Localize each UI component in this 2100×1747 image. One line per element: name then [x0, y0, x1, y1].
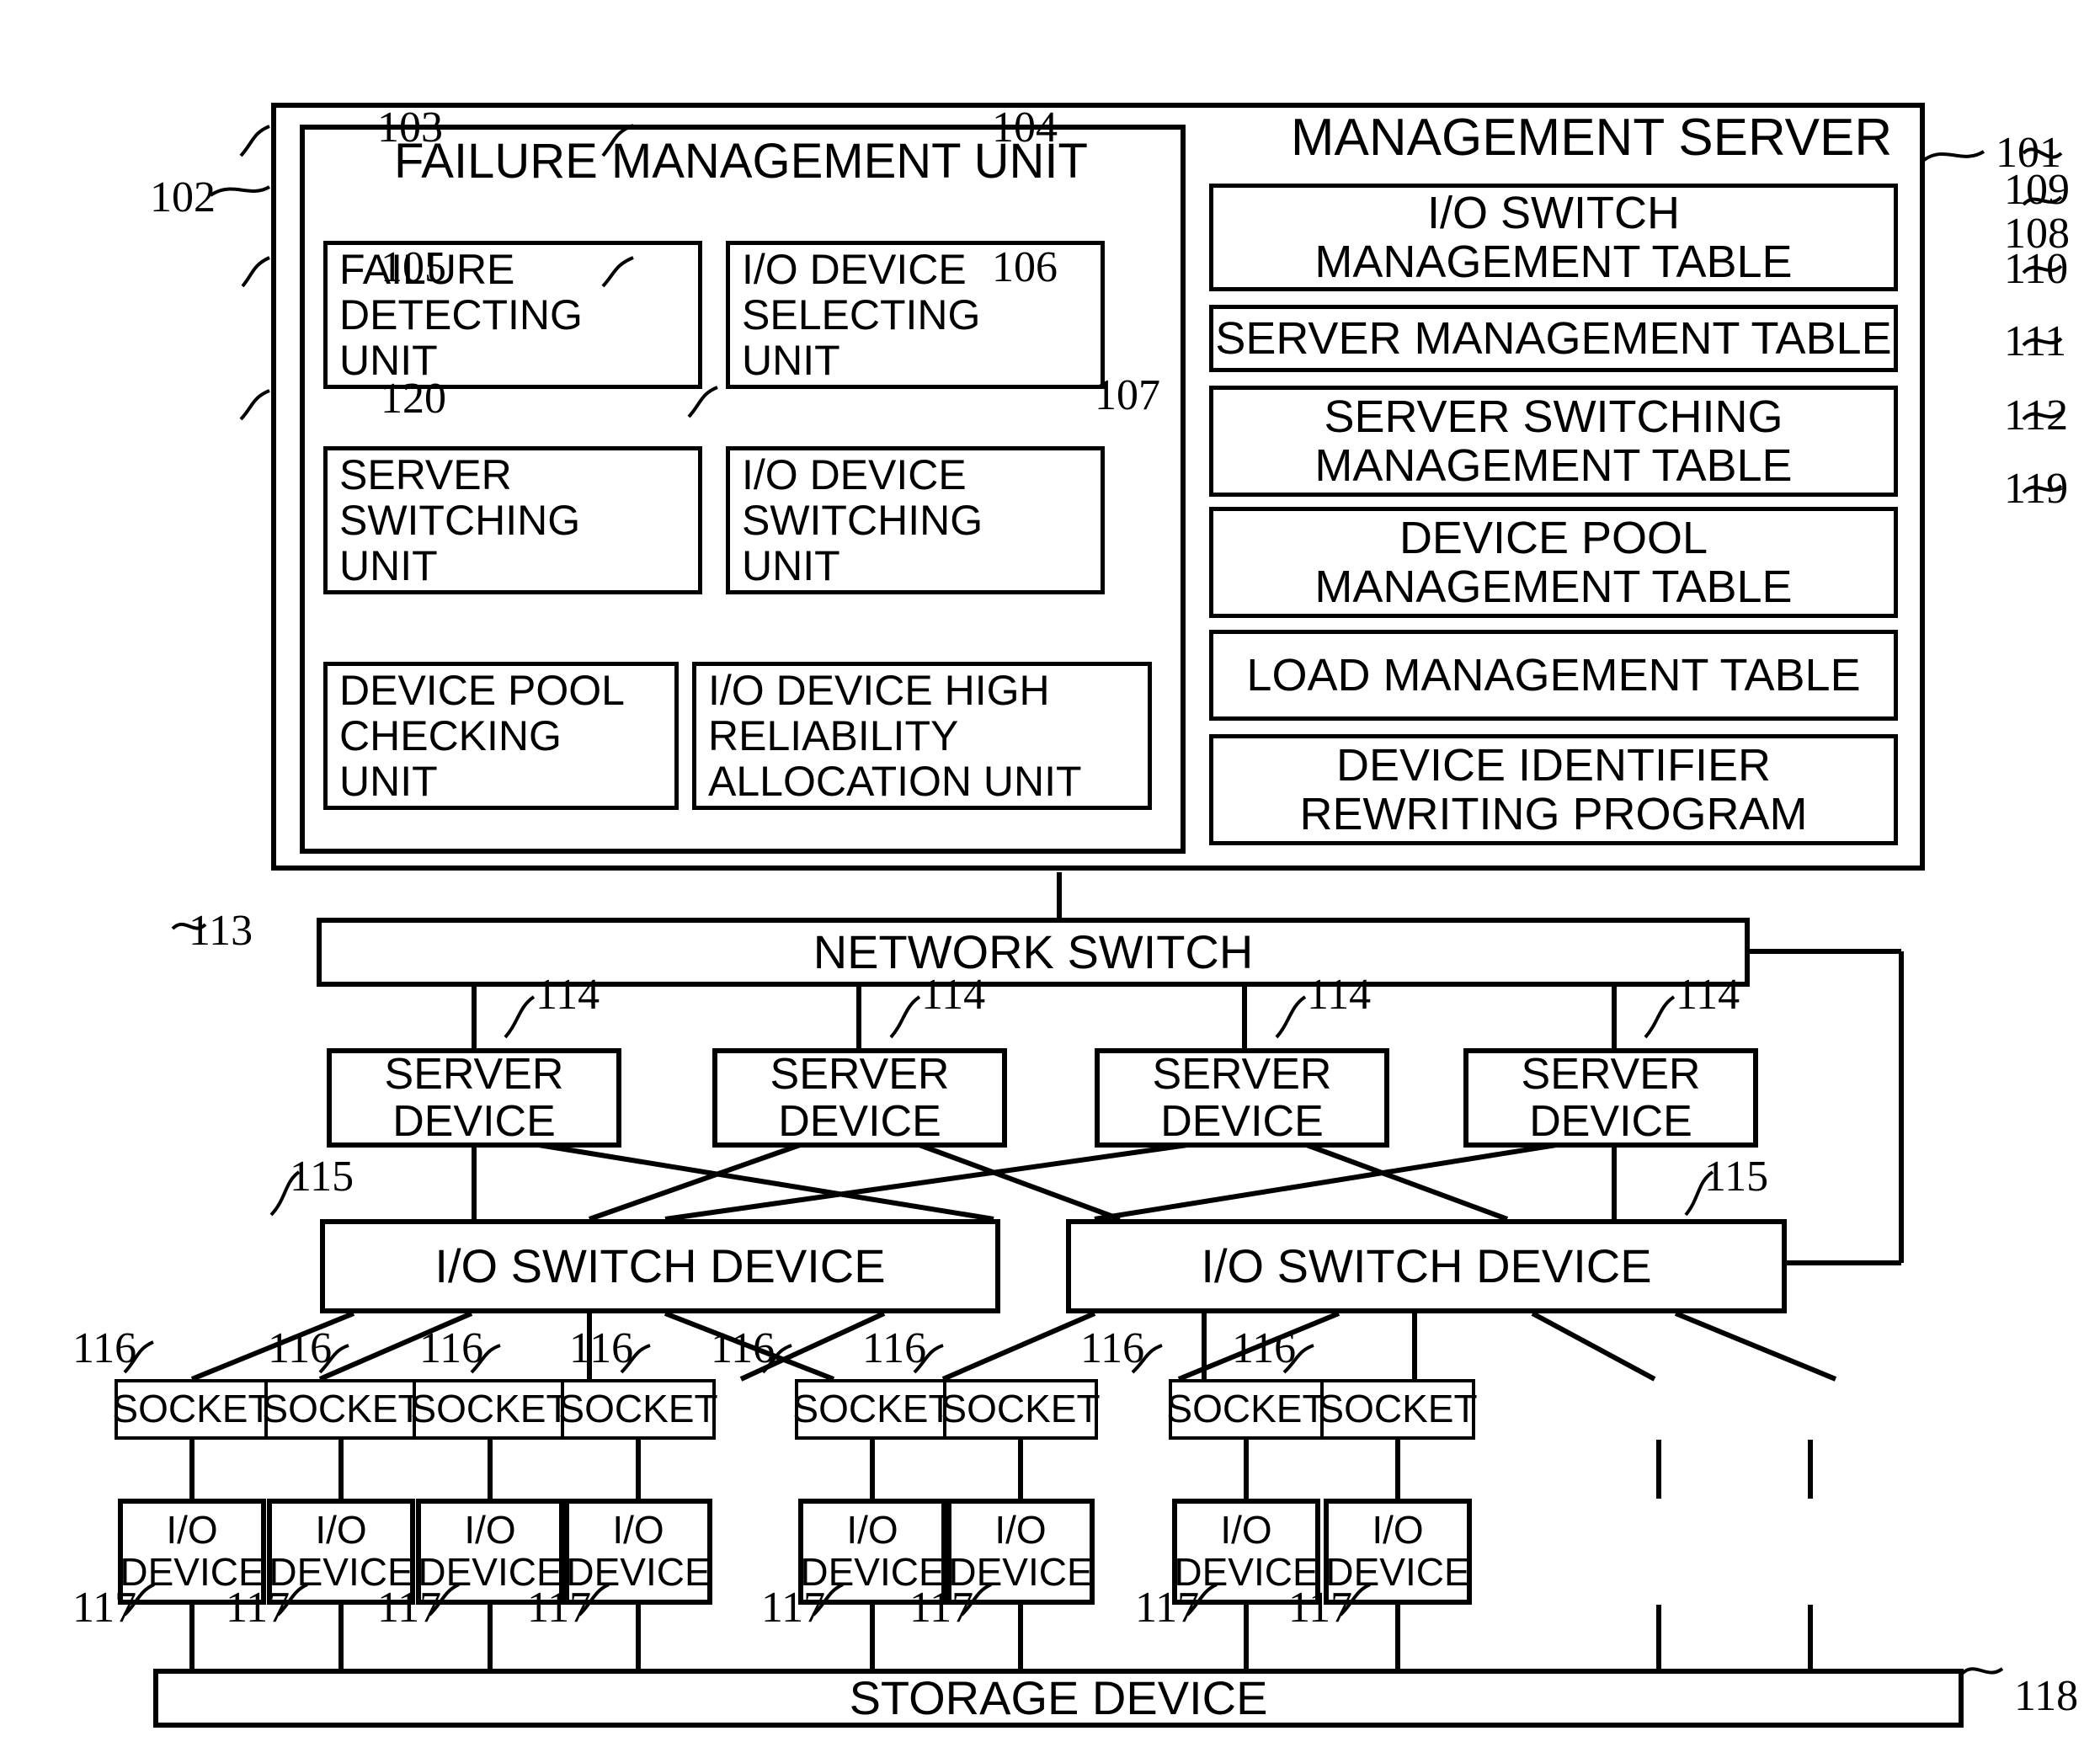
ref-117-1: 117 [72, 1584, 137, 1632]
ref-116-8: 116 [1232, 1324, 1297, 1372]
server-switching-management-table-box: SERVER SWITCHING MANAGEMENT TABLE [1209, 386, 1898, 497]
server-management-table-box: SERVER MANAGEMENT TABLE [1209, 305, 1898, 372]
ref-116-2: 116 [268, 1324, 333, 1372]
ref-109: 109 [2004, 166, 2070, 214]
socket-box-7: SOCKET [1166, 1379, 1326, 1440]
ref-119: 119 [2004, 465, 2069, 513]
ref-116-3: 116 [419, 1324, 484, 1372]
ref-116-5: 116 [711, 1324, 776, 1372]
io-switch-device-box-2: I/O SWITCH DEVICE [1066, 1219, 1787, 1313]
socket-box-2: SOCKET [262, 1379, 422, 1440]
server-device-box-3: SERVER DEVICE [1095, 1048, 1389, 1148]
ref-118: 118 [2014, 1672, 2079, 1720]
io-switch-management-table-box: I/O SWITCH MANAGEMENT TABLE [1209, 184, 1898, 291]
device-identifier-rewriting-program-box: DEVICE IDENTIFIER REWRITING PROGRAM [1209, 734, 1898, 845]
server-device-box-2: SERVER DEVICE [712, 1048, 1007, 1148]
socket-box-1: SOCKET [112, 1379, 272, 1440]
ref-116-4: 116 [569, 1324, 634, 1372]
ref-114-4: 114 [1676, 971, 1740, 1019]
ref-117-7: 117 [1135, 1584, 1200, 1632]
ref-112: 112 [2004, 391, 2069, 439]
ref-117-2: 117 [226, 1584, 290, 1632]
ref-116-1: 116 [72, 1324, 137, 1372]
ref-117-5: 117 [761, 1584, 826, 1632]
ref-116-6: 116 [862, 1324, 927, 1372]
device-pool-checking-unit-box: DEVICE POOL CHECKING UNIT [323, 662, 679, 810]
ref-105: 105 [381, 243, 446, 291]
ref-110: 110 [2004, 245, 2069, 293]
io-device-high-reliability-allocation-unit-box: I/O DEVICE HIGH RELIABILITY ALLOCATION U… [692, 662, 1152, 810]
ref-114-3: 114 [1307, 971, 1372, 1019]
socket-box-3: SOCKET [410, 1379, 570, 1440]
ref-114-1: 114 [536, 971, 600, 1019]
socket-box-4: SOCKET [558, 1379, 718, 1440]
ref-103: 103 [377, 104, 443, 152]
ref-104: 104 [992, 104, 1058, 152]
socket-box-6: SOCKET [941, 1379, 1101, 1440]
ref-116-7: 116 [1080, 1324, 1145, 1372]
patent-figure: MANAGEMENT SERVER 101 FAILURE MANAGEMENT… [0, 0, 2100, 1747]
ref-106: 106 [992, 243, 1058, 291]
socket-box-5: SOCKET [792, 1379, 952, 1440]
ref-115-left: 115 [290, 1153, 354, 1201]
ref-114-2: 114 [921, 971, 986, 1019]
load-management-table-box: LOAD MANAGEMENT TABLE [1209, 630, 1898, 721]
ref-117-3: 117 [377, 1584, 442, 1632]
management-server-title: MANAGEMENT SERVER [1290, 109, 1893, 167]
ref-117-8: 117 [1288, 1584, 1353, 1632]
ref-107: 107 [1095, 371, 1160, 419]
network-switch-box: NETWORK SWITCH [317, 918, 1750, 987]
ref-115-right: 115 [1704, 1153, 1769, 1201]
ref-120: 120 [381, 375, 446, 423]
server-device-box-1: SERVER DEVICE [327, 1048, 621, 1148]
device-pool-management-table-box: DEVICE POOL MANAGEMENT TABLE [1209, 507, 1898, 618]
server-device-box-4: SERVER DEVICE [1463, 1048, 1758, 1148]
ref-117-6: 117 [909, 1584, 974, 1632]
server-switching-unit-box: SERVER SWITCHING UNIT [323, 446, 702, 594]
ref-117-4: 117 [527, 1584, 592, 1632]
io-device-switching-unit-box: I/O DEVICE SWITCHING UNIT [726, 446, 1105, 594]
socket-box-8: SOCKET [1318, 1379, 1478, 1440]
storage-device-box: STORAGE DEVICE [153, 1669, 1964, 1728]
ref-111: 111 [2004, 317, 2067, 365]
ref-102: 102 [150, 173, 216, 221]
ref-113: 113 [189, 907, 253, 955]
io-switch-device-box-1: I/O SWITCH DEVICE [320, 1219, 1000, 1313]
